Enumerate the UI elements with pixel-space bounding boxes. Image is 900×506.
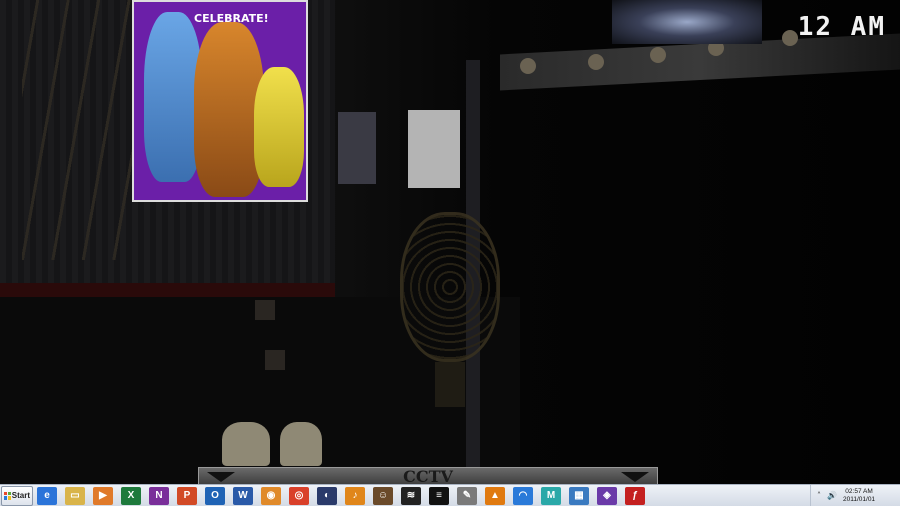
- image-viewer-icon[interactable]: ▦: [569, 486, 589, 505]
- app-icon-3[interactable]: ◈: [597, 486, 617, 505]
- poster-title: CELEBRATE!: [194, 12, 269, 25]
- blender-icon[interactable]: ◉: [261, 486, 281, 505]
- plush-toy: [222, 422, 270, 466]
- game-scene: CELEBRATE! 12 AM CCTV: [0, 0, 900, 484]
- app-icon-2[interactable]: ≡: [429, 486, 449, 505]
- notepad-icon[interactable]: ✎: [457, 486, 477, 505]
- chrome-icon[interactable]: ◎: [289, 486, 309, 505]
- flash-icon[interactable]: ƒ: [625, 486, 645, 505]
- system-tray: ˄ 🔊 02:57 AM 2011/01/01: [810, 485, 900, 506]
- pinned-apps: e ▭ ▶ X N P O W ◉ ◎ ◐ ♪ ☺ ≋ ≡ ✎ ▲ ◠ M ▦ ◈ ƒ: [37, 486, 653, 505]
- floor-tile: [265, 350, 285, 370]
- powerpoint-icon[interactable]: P: [177, 486, 197, 505]
- wall-notice: [408, 110, 460, 188]
- outlook-icon[interactable]: O: [205, 486, 225, 505]
- chica-figure: [254, 67, 304, 187]
- plush-toy: [280, 422, 322, 466]
- file-explorer-icon[interactable]: ▭: [65, 486, 85, 505]
- celebrate-poster: CELEBRATE!: [132, 0, 308, 202]
- onenote-icon[interactable]: N: [149, 486, 169, 505]
- desk-fan: [380, 212, 510, 412]
- ie-icon[interactable]: e: [37, 486, 57, 505]
- fl-studio-icon[interactable]: ♪: [345, 486, 365, 505]
- light-bulb: [782, 30, 798, 46]
- red-wall-stripe: [0, 283, 335, 297]
- floor-tile: [255, 300, 275, 320]
- camera-toggle-label: CCTV: [403, 467, 453, 485]
- wall-paper: [338, 112, 376, 184]
- night-hour: 12 AM: [797, 12, 886, 42]
- light-bulb: [520, 58, 536, 74]
- wall-cables: [22, 0, 132, 260]
- windows-flag-icon: [4, 491, 11, 500]
- camera-toggle-bar[interactable]: CCTV: [198, 467, 658, 484]
- clock[interactable]: 02:57 AM 2011/01/01: [843, 488, 875, 504]
- word-icon[interactable]: W: [233, 486, 253, 505]
- vlc-icon[interactable]: ▲: [485, 486, 505, 505]
- clock-date: 2011/01/01: [843, 496, 876, 503]
- app-icon-1[interactable]: ≋: [401, 486, 421, 505]
- light-bulb: [650, 47, 666, 63]
- chevron-up-icon[interactable]: ˄: [814, 491, 824, 501]
- maya-icon[interactable]: M: [541, 486, 561, 505]
- arrow-down-icon: [621, 472, 649, 482]
- game-icon[interactable]: ☺: [373, 486, 393, 505]
- volume-icon[interactable]: 🔊: [827, 491, 837, 501]
- cinema4d-icon[interactable]: ◐: [317, 486, 337, 505]
- ceiling-light: [612, 0, 762, 44]
- start-button[interactable]: Start: [1, 485, 33, 506]
- media-player-icon[interactable]: ▶: [93, 486, 113, 505]
- excel-icon[interactable]: X: [121, 486, 141, 505]
- clock-time: 02:57 AM: [845, 488, 873, 495]
- fan-cage: [400, 212, 500, 362]
- light-bulb: [588, 54, 604, 70]
- taskbar: Start e ▭ ▶ X N P O W ◉ ◎ ◐ ♪ ☺ ≋ ≡ ✎ ▲ ◠ M ▦ ◈ ƒ ˄ 🔊 02:57 A…: [0, 484, 900, 506]
- fan-stand: [435, 362, 465, 407]
- headphones-icon[interactable]: ◠: [513, 486, 533, 505]
- start-label: Start: [11, 491, 30, 500]
